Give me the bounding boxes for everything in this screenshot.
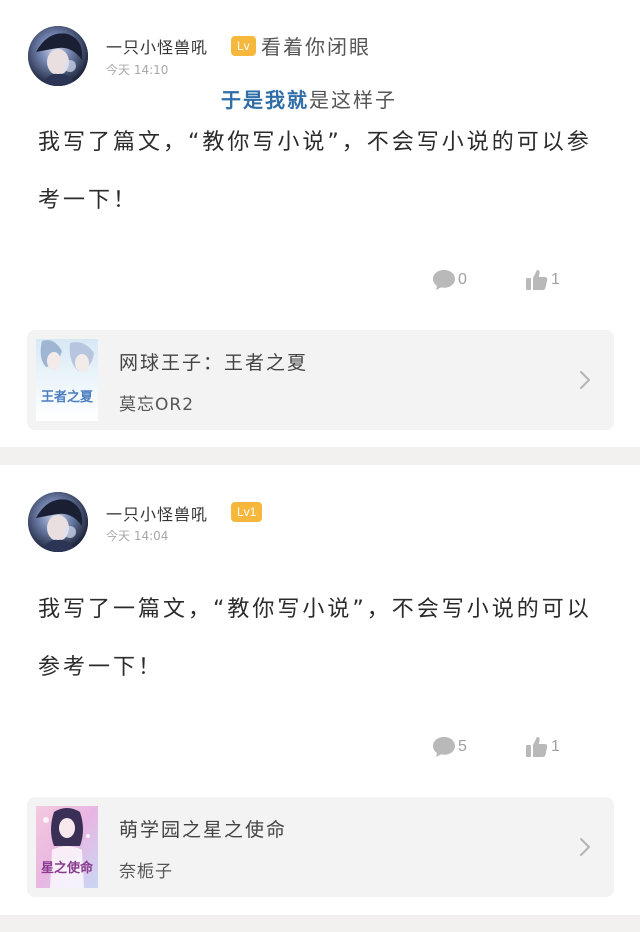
post-card: 一只小怪兽吼 Lv1 今天 14:04 我写了一篇文，“教你写小说”，不会写小说… xyxy=(0,465,640,915)
book-author: 奈栀子 xyxy=(119,862,173,882)
avatar-image xyxy=(28,26,88,86)
book-title: 网球王子：王者之夏 xyxy=(119,352,309,374)
post-divider xyxy=(0,915,640,932)
username[interactable]: 一只小怪兽吼 xyxy=(106,34,208,58)
comment-bubble-icon xyxy=(433,737,455,757)
comment-count: 0 xyxy=(458,271,467,288)
book-card[interactable]: 王者之夏 网球王子：王者之夏 莫忘OR2 xyxy=(27,330,614,430)
overlay-subcaption: 于是我就是这样子 xyxy=(221,84,397,113)
thumbs-up-icon xyxy=(526,270,548,290)
book-title: 萌学园之星之使命 xyxy=(119,819,288,841)
user-avatar[interactable] xyxy=(28,492,88,552)
book-cover-image: 王者之夏 xyxy=(36,339,98,421)
like-button[interactable]: 1 xyxy=(525,268,560,292)
username[interactable]: 一只小怪兽吼 xyxy=(106,501,208,525)
thumbs-up-icon xyxy=(526,737,548,757)
comment-button[interactable]: 0 xyxy=(432,268,467,292)
book-cover: 星之使命 xyxy=(36,806,98,888)
like-button[interactable]: 1 xyxy=(525,735,560,759)
book-cover-image: 星之使命 xyxy=(36,806,98,888)
book-cover: 王者之夏 xyxy=(36,339,98,421)
post-timestamp: 今天 14:10 xyxy=(106,63,169,77)
level-badge: Lv1 xyxy=(231,502,263,522)
post-divider xyxy=(0,447,640,465)
user-avatar[interactable] xyxy=(28,26,88,86)
chevron-right-icon xyxy=(580,838,590,856)
like-count: 1 xyxy=(551,738,560,755)
comment-count: 5 xyxy=(458,738,467,755)
post-card: 一只小怪兽吼 Lv 看着你闭眼 今天 14:10 于是我就是这样子 我写了篇文，… xyxy=(0,0,640,447)
post-timestamp: 今天 14:04 xyxy=(106,529,169,543)
post-feed: 一只小怪兽吼 Lv 看着你闭眼 今天 14:10 于是我就是这样子 我写了篇文，… xyxy=(0,0,640,932)
book-cover-title: 星之使命 xyxy=(41,860,94,876)
book-author: 莫忘OR2 xyxy=(119,395,195,415)
level-badge: Lv xyxy=(231,36,256,56)
like-count: 1 xyxy=(551,271,560,288)
avatar-image xyxy=(28,492,88,552)
comment-button[interactable]: 5 xyxy=(432,735,467,759)
book-card[interactable]: 星之使命 萌学园之星之使命 奈栀子 xyxy=(27,797,614,897)
post-content: 我写了一篇文，“教你写小说”，不会写小说的可以参考一下！ xyxy=(38,597,592,680)
overlay-caption: 看着你闭眼 xyxy=(261,35,371,59)
chevron-right-icon xyxy=(580,371,590,389)
overlay-subcaption-rest: 是这样子 xyxy=(309,88,397,112)
overlay-subcaption-highlight: 于是我就 xyxy=(221,88,309,112)
book-cover-title: 王者之夏 xyxy=(41,389,94,405)
post-content: 我写了篇文，“教你写小说”，不会写小说的可以参考一下！ xyxy=(38,130,592,213)
comment-bubble-icon xyxy=(433,270,455,290)
